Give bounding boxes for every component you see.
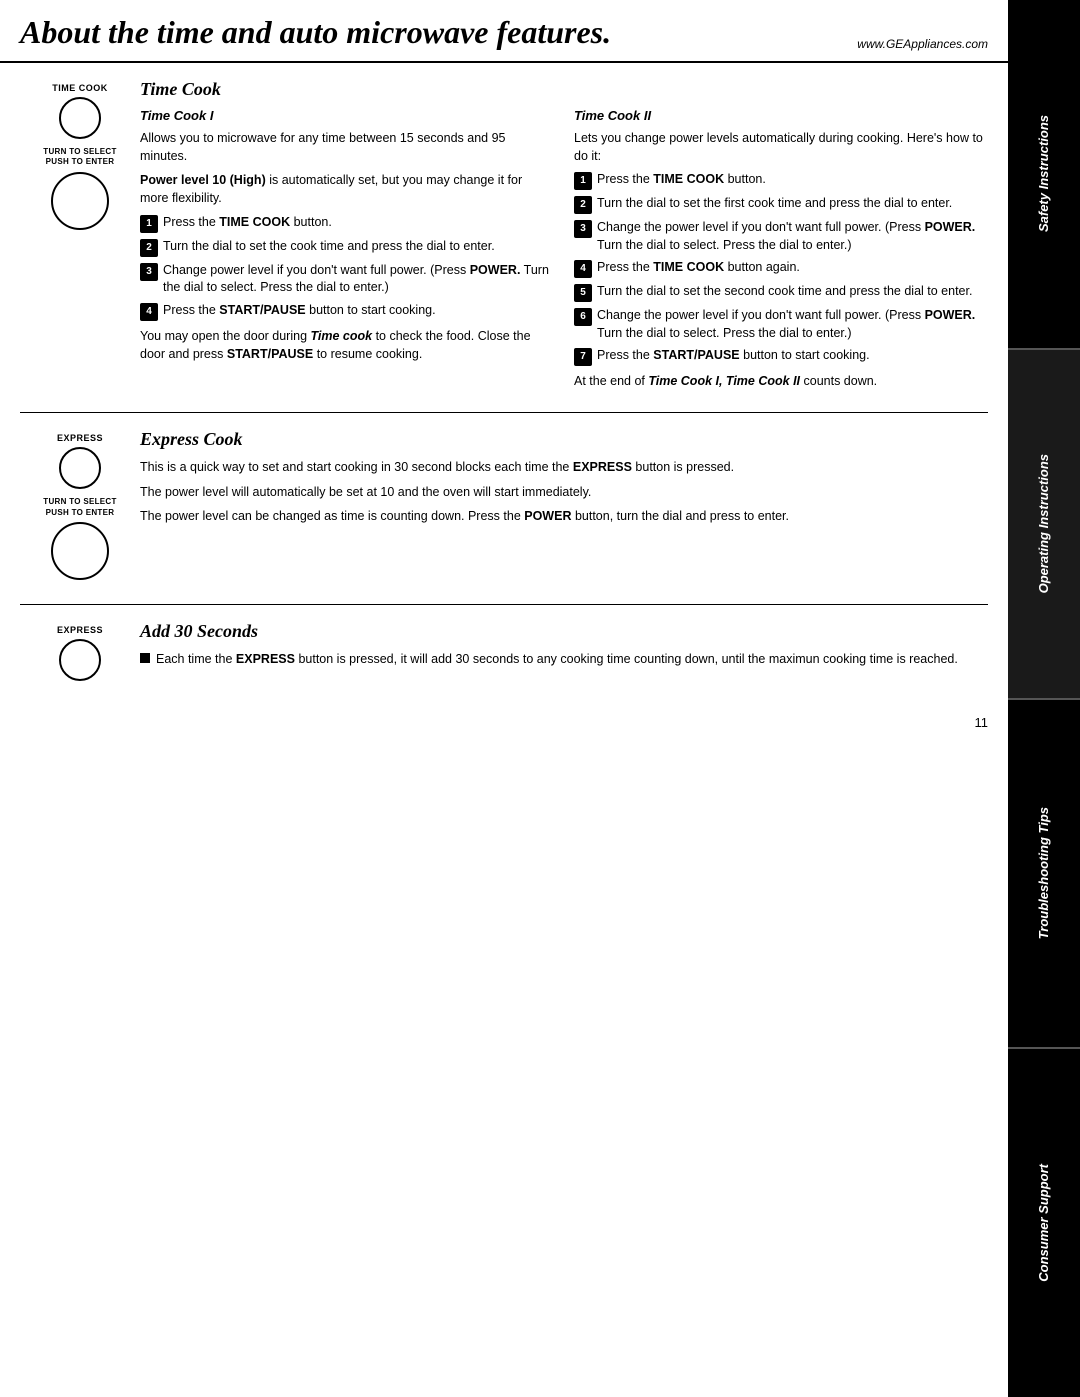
express-turn-select-label: TURN TO SELECTPUSH TO ENTER [43,497,116,518]
step-item: 6 Change the power level if you don't wa… [574,307,988,342]
time-cook-content: Time Cook Time Cook I Allows you to micr… [140,79,988,396]
time-cook-i-footer: You may open the door during Time cook t… [140,327,554,363]
express-cook-icon-label: EXPRESS [57,433,103,443]
time-cook-section: TIME COOK TURN TO SELECTPUSH TO ENTER Ti… [20,63,988,413]
sidebar-item-safety[interactable]: Safety Instructions [1008,0,1080,350]
express-cook-heading: Express Cook [140,429,988,450]
time-cook-col2: Time Cook II Lets you change power level… [574,108,988,396]
time-cook-ii-heading: Time Cook II [574,108,988,123]
sidebar-label-troubleshooting: Troubleshooting Tips [1036,807,1052,939]
express-cook-line3: The power level can be changed as time i… [140,507,988,525]
time-cook-dial-small [59,97,101,139]
add30-heading: Add 30 Seconds [140,621,988,642]
step-item: 1 Press the TIME COOK button. [574,171,988,190]
add30-content: Add 30 Seconds Each time the EXPRESS but… [140,621,988,689]
time-cook-dial-large [51,172,109,230]
time-cook-ii-footer: At the end of Time Cook I, Time Cook II … [574,372,988,390]
express-cook-line1: This is a quick way to set and start coo… [140,458,988,476]
express-cook-icon-col: EXPRESS TURN TO SELECTPUSH TO ENTER [20,429,140,588]
sidebar: Safety Instructions Operating Instructio… [1008,0,1080,1397]
step-item: 4 Press the START/PAUSE button to start … [140,302,554,321]
add30-dial [59,639,101,681]
step-item: 1 Press the TIME COOK button. [140,214,554,233]
step-item: 3 Change power level if you don't want f… [140,262,554,297]
time-cook-i-intro: Allows you to microwave for any time bet… [140,129,554,165]
express-cook-content: Express Cook This is a quick way to set … [140,429,988,588]
add30-icon-label: EXPRESS [57,625,103,635]
express-cook-line2: The power level will automatically be se… [140,483,988,501]
step-item: 5 Turn the dial to set the second cook t… [574,283,988,302]
sidebar-label-consumer: Consumer Support [1036,1164,1052,1282]
add30-text: Each time the EXPRESS button is pressed,… [156,650,958,668]
content-area: TIME COOK TURN TO SELECTPUSH TO ENTER Ti… [0,63,1008,705]
express-cook-dial-small [59,447,101,489]
sidebar-label-safety: Safety Instructions [1036,115,1052,232]
turn-select-label: TURN TO SELECTPUSH TO ENTER [43,147,116,168]
step-item: 3 Change the power level if you don't wa… [574,219,988,254]
add30-bullet: Each time the EXPRESS button is pressed,… [140,650,988,668]
add30-section: EXPRESS Add 30 Seconds Each time the EXP… [20,605,988,705]
step-item: 2 Turn the dial to set the first cook ti… [574,195,988,214]
add30-icon-col: EXPRESS [20,621,140,689]
website-url: www.GEAppliances.com [857,37,988,51]
page-title: About the time and auto microwave featur… [20,14,611,51]
step-item: 7 Press the START/PAUSE button to start … [574,347,988,366]
time-cook-icon-label: TIME COOK [52,83,108,93]
page-header: About the time and auto microwave featur… [0,0,1008,63]
main-content: About the time and auto microwave featur… [0,0,1008,740]
bullet-square-icon [140,653,150,663]
time-cook-ii-intro: Lets you change power levels automatical… [574,129,988,165]
time-cook-two-col: Time Cook I Allows you to microwave for … [140,108,988,396]
time-cook-icon-col: TIME COOK TURN TO SELECTPUSH TO ENTER [20,79,140,396]
time-cook-ii-steps: 1 Press the TIME COOK button. 2 Turn the… [574,171,988,366]
step-item: 2 Turn the dial to set the cook time and… [140,238,554,257]
time-cook-heading: Time Cook [140,79,988,100]
time-cook-i-heading: Time Cook I [140,108,554,123]
time-cook-col1: Time Cook I Allows you to microwave for … [140,108,554,396]
express-cook-dial-large [51,522,109,580]
sidebar-item-consumer[interactable]: Consumer Support [1008,1049,1080,1397]
sidebar-item-operating[interactable]: Operating Instructions [1008,350,1080,700]
time-cook-i-steps: 1 Press the TIME COOK button. 2 Turn the… [140,214,554,321]
page-number: 11 [0,705,1008,740]
time-cook-i-power: Power level 10 (High) is automatically s… [140,171,554,207]
step-item: 4 Press the TIME COOK button again. [574,259,988,278]
sidebar-label-operating: Operating Instructions [1036,454,1052,593]
sidebar-item-troubleshooting[interactable]: Troubleshooting Tips [1008,700,1080,1050]
express-cook-section: EXPRESS TURN TO SELECTPUSH TO ENTER Expr… [20,413,988,605]
